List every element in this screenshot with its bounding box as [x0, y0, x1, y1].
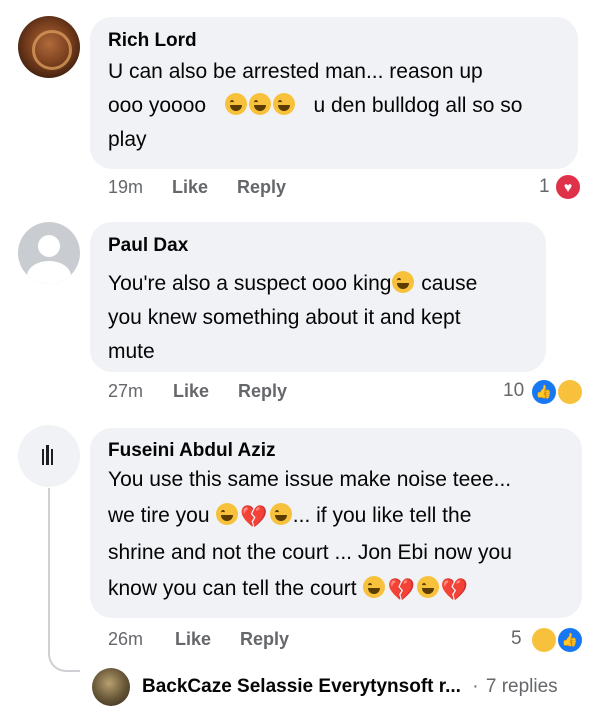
cat-joy-emoji-icon — [224, 93, 247, 115]
avatar-logo-icon — [42, 445, 56, 465]
comment-author[interactable]: Rich Lord — [108, 30, 197, 52]
comment-line: you knew something about it and kept — [108, 306, 461, 329]
joy-emoji-icon — [416, 576, 439, 598]
avatar-coin-icon — [32, 30, 72, 70]
comment-line-part: cause — [421, 272, 478, 295]
comment-line-part: know you can tell the court — [108, 577, 357, 600]
default-avatar-head-icon — [38, 235, 60, 257]
comment-line: we tire you 💔 ... if you like tell the — [108, 498, 578, 535]
broken-heart-icon: 💔 — [440, 577, 469, 602]
comment-text: U can also be arrested man... reason up … — [108, 55, 568, 157]
like-button[interactable]: Like — [172, 177, 208, 198]
love-reaction-icon: ♥ — [554, 173, 582, 201]
comment-author[interactable]: Fuseini Abdul Aziz — [108, 440, 275, 462]
comment-line: mute — [108, 340, 155, 363]
comment-line: know you can tell the court 💔 💔 — [108, 571, 578, 608]
reply-thread-line — [48, 488, 80, 672]
cat-joy-emoji-icon — [272, 93, 295, 115]
comment-time: 26m — [108, 629, 144, 649]
like-button[interactable]: Like — [173, 381, 209, 402]
avatar-paul-dax[interactable] — [18, 222, 80, 284]
comment-line-part: u den bulldog all so so — [313, 94, 523, 117]
reaction-count[interactable]: 5 — [511, 628, 522, 650]
comment-line-part: ... if you like tell the — [292, 504, 472, 527]
like-button[interactable]: Like — [175, 629, 211, 650]
comment-line: play — [108, 128, 147, 151]
default-avatar-body-icon — [27, 261, 71, 284]
like-reaction-icon: 👍 — [556, 626, 584, 654]
joy-emoji-icon — [363, 576, 386, 598]
reaction-count[interactable]: 10 — [503, 380, 524, 402]
comment-line-part: we tire you — [108, 504, 210, 527]
comment-text: You use this same issue make noise teee.… — [108, 462, 578, 608]
comment-line: ooo yoooo u den bulldog all so so — [108, 89, 568, 123]
avatar-fuseini-abdul-aziz[interactable] — [18, 425, 80, 487]
broken-heart-icon: 💔 — [387, 577, 415, 602]
rofl-emoji-icon — [392, 271, 415, 293]
like-reaction-icon: 👍 — [530, 378, 558, 406]
comment-text: You're also a suspect ooo king cause you… — [108, 267, 538, 369]
reaction-count[interactable]: 1 — [539, 176, 550, 198]
comment-time: 19m — [108, 177, 144, 197]
avatar-backcaze-selassie[interactable] — [92, 668, 130, 706]
reply-button[interactable]: Reply — [237, 177, 286, 198]
reply-button[interactable]: Reply — [240, 629, 289, 650]
comment-line: You use this same issue make noise teee.… — [108, 468, 512, 491]
haha-reaction-icon — [530, 626, 558, 654]
comment-line: shrine and not the court ... Jon Ebi now… — [108, 541, 512, 564]
joy-emoji-icon — [269, 503, 292, 525]
joy-emoji-icon — [216, 503, 239, 525]
comment-author[interactable]: Paul Dax — [108, 235, 188, 257]
comment-line: You're also a suspect ooo king cause — [108, 267, 538, 301]
reply-button[interactable]: Reply — [238, 381, 287, 402]
reply-preview[interactable]: BackCaze Selassie Everytynsoft r... · 7 … — [142, 676, 558, 698]
comment-line-part: You're also a suspect ooo king — [108, 272, 392, 295]
haha-reaction-icon — [556, 378, 584, 406]
comment-line: U can also be arrested man... reason up — [108, 60, 483, 83]
broken-heart-icon: 💔 — [240, 504, 268, 529]
reply-preview-separator: · — [472, 676, 479, 697]
comment-line-part: ooo yoooo — [108, 94, 207, 117]
cat-joy-emoji-icon — [248, 93, 271, 115]
comment-time: 27m — [108, 381, 144, 401]
reply-preview-author[interactable]: BackCaze Selassie Everytynsoft r... — [142, 676, 461, 697]
avatar-rich-lord[interactable] — [18, 16, 80, 78]
reply-count[interactable]: 7 replies — [486, 676, 558, 697]
